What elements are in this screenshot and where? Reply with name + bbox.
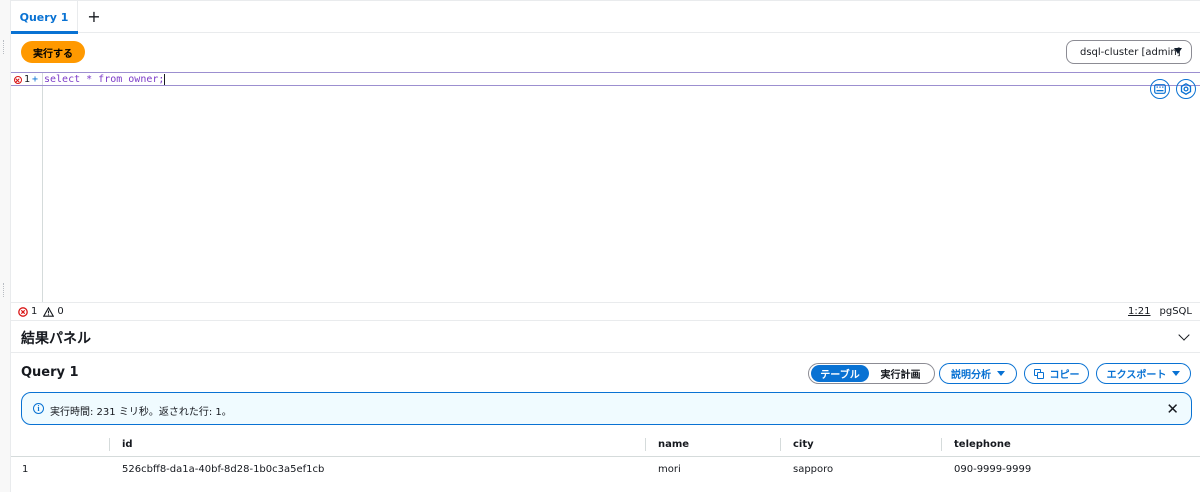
results-panel-title: 結果パネル bbox=[21, 331, 91, 347]
warning-icon bbox=[43, 306, 55, 317]
column-divider[interactable] bbox=[645, 438, 646, 451]
column-divider[interactable] bbox=[780, 438, 781, 451]
row-number-cell: 1 bbox=[22, 464, 29, 475]
explain-analyze-button[interactable]: 説明分析 bbox=[939, 363, 1017, 384]
editor-status-bar: 1 0 1:21 pgSQL bbox=[11, 302, 1200, 321]
settings-icon bbox=[1180, 83, 1192, 95]
fold-marker[interactable]: + bbox=[32, 74, 38, 85]
results-panel-header[interactable]: 結果パネル bbox=[11, 321, 1200, 353]
caret-down-icon bbox=[1172, 371, 1181, 376]
copy-icon bbox=[1033, 368, 1044, 379]
cluster-select[interactable]: dsql-cluster [admin] bbox=[1066, 40, 1192, 64]
column-header-city[interactable]: city bbox=[793, 439, 814, 450]
left-resize-strip[interactable] bbox=[0, 0, 11, 492]
active-tab-indicator bbox=[11, 31, 78, 34]
problems-summary[interactable]: 1 0 bbox=[18, 306, 64, 317]
sql-editor[interactable]: 1 + select * from owner; bbox=[11, 72, 1200, 302]
column-divider[interactable] bbox=[109, 438, 110, 451]
error-marker-icon[interactable] bbox=[14, 76, 22, 84]
cursor-position[interactable]: 1:21 bbox=[1128, 306, 1150, 317]
tab-label: Query 1 bbox=[19, 10, 69, 24]
id-cell: 526cbff8-da1a-40bf-8d28-1b0c3a5ef1cb bbox=[122, 464, 325, 475]
column-divider[interactable] bbox=[941, 438, 942, 451]
copy-button[interactable]: コピー bbox=[1024, 363, 1089, 384]
result-view-toggle: テーブル 実行計画 bbox=[808, 363, 935, 384]
table-row[interactable]: 1 526cbff8-da1a-40bf-8d28-1b0c3a5ef1cb m… bbox=[11, 457, 1200, 481]
warning-count: 0 bbox=[57, 306, 64, 317]
info-icon: i bbox=[33, 403, 44, 414]
tab-query-1[interactable]: Query 1 bbox=[11, 1, 78, 34]
active-line bbox=[11, 73, 1200, 86]
results-table: id name city telephone 1 526cbff8-da1a-4… bbox=[11, 433, 1200, 481]
keyboard-shortcuts-button[interactable] bbox=[1150, 79, 1170, 99]
name-cell: mori bbox=[658, 464, 681, 475]
telephone-cell: 090-9999-9999 bbox=[954, 464, 1032, 475]
cluster-select-value: dsql-cluster [admin] bbox=[1080, 46, 1181, 58]
query-editor-app: Query 1 + 実行する dsql-cluster [admin] 1 + … bbox=[0, 0, 1200, 492]
run-button[interactable]: 実行する bbox=[21, 41, 85, 63]
column-header-id[interactable]: id bbox=[122, 439, 133, 450]
execution-summary: 実行時間: 231 ミリ秒。返された行: 1。 bbox=[50, 407, 232, 418]
export-button[interactable]: エクスポート bbox=[1096, 363, 1191, 384]
drag-handle-dots bbox=[3, 283, 7, 297]
chevron-down-icon[interactable] bbox=[1178, 329, 1190, 341]
copy-label: コピー bbox=[1049, 370, 1080, 381]
code-text: select * from owner; bbox=[44, 74, 165, 85]
caret-down-icon bbox=[997, 371, 1005, 376]
explain-analyze-label: 説明分析 bbox=[951, 370, 991, 381]
tab-execution-plan[interactable]: 実行計画 bbox=[869, 365, 932, 382]
tab-table-view[interactable]: テーブル bbox=[811, 365, 869, 382]
table-header-row: id name city telephone bbox=[11, 433, 1200, 457]
keyboard-icon bbox=[1154, 84, 1166, 94]
drag-handle-dots bbox=[3, 40, 7, 54]
text-cursor bbox=[164, 74, 166, 85]
editor-gutter bbox=[11, 73, 43, 302]
language-mode: pgSQL bbox=[1159, 306, 1193, 317]
column-header-name[interactable]: name bbox=[658, 439, 689, 450]
status-right: 1:21 pgSQL bbox=[1128, 306, 1192, 317]
line-number: 1 bbox=[24, 74, 31, 85]
city-cell: sapporo bbox=[793, 464, 834, 475]
execution-info-banner: i 実行時間: 231 ミリ秒。返された行: 1。 ✕ bbox=[21, 392, 1192, 425]
caret-down-icon bbox=[1174, 48, 1182, 54]
column-header-telephone[interactable]: telephone bbox=[954, 439, 1011, 450]
error-count: 1 bbox=[31, 306, 38, 317]
result-query-title: Query 1 bbox=[21, 365, 79, 380]
add-tab-button[interactable]: + bbox=[83, 5, 105, 27]
export-label: エクスポート bbox=[1106, 370, 1167, 381]
code-line[interactable]: select * from owner; bbox=[44, 74, 166, 85]
query-tab-bar: Query 1 + bbox=[11, 0, 1200, 34]
editor-settings-button[interactable] bbox=[1176, 79, 1196, 99]
error-icon bbox=[18, 306, 28, 317]
close-icon[interactable]: ✕ bbox=[1166, 400, 1179, 418]
plus-icon: + bbox=[87, 6, 101, 26]
